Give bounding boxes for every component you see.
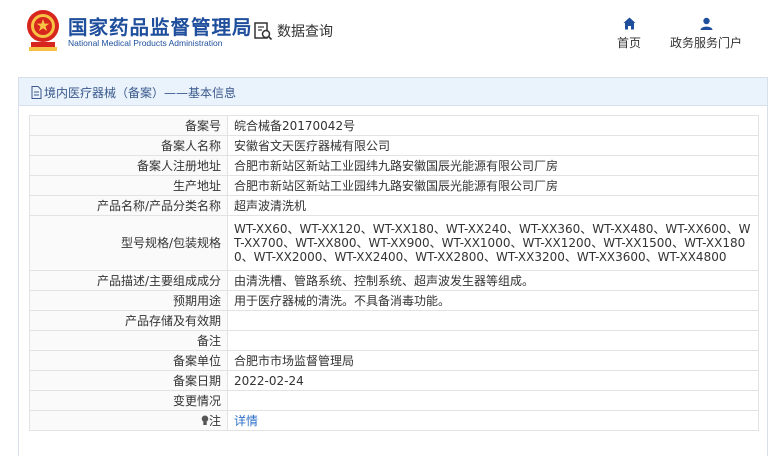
table-row: 备注 <box>29 330 759 351</box>
nav-home-label: 首页 <box>617 36 642 50</box>
table-row: 注 详情 <box>29 410 759 431</box>
nav-gov-label: 政务服务门户 <box>670 36 743 50</box>
nav-gov-service-portal[interactable]: 政务服务门户 <box>670 14 742 51</box>
field-label: 备案单位 <box>29 350 228 371</box>
table-row: 产品存储及有效期 <box>29 310 759 331</box>
table-row: 备案日期 2022-02-24 <box>29 370 759 391</box>
data-search-icon <box>254 22 273 41</box>
note-value-cell: 详情 <box>227 410 759 431</box>
field-label: 备案人注册地址 <box>29 155 228 176</box>
field-label: 型号规格/包装规格 <box>29 215 228 271</box>
field-value: 2022-02-24 <box>227 370 759 391</box>
table-row: 备案人注册地址 合肥市新站区新站工业园纬九路安徽国辰光能源有限公司厂房 <box>29 155 759 176</box>
table-row: 备案人名称 安徽省文天医疗器械有限公司 <box>29 135 759 156</box>
table-row: 型号规格/包装规格 WT-XX60、WT-XX120、WT-XX180、WT-X… <box>29 215 759 271</box>
field-value: 合肥市新站区新站工业园纬九路安徽国辰光能源有限公司厂房 <box>227 155 759 176</box>
table-row: 产品描述/主要组成成分 由清洗槽、管路系统、控制系统、超声波发生器等组成。 <box>29 270 759 291</box>
field-value: 由清洗槽、管路系统、控制系统、超声波发生器等组成。 <box>227 270 759 291</box>
field-value: 合肥市新站区新站工业园纬九路安徽国辰光能源有限公司厂房 <box>227 175 759 196</box>
national-emblem-logo <box>27 10 59 51</box>
detail-link[interactable]: 详情 <box>234 414 258 428</box>
table-row: 备案号 皖合械备20170042号 <box>29 115 759 136</box>
table-row: 生产地址 合肥市新站区新站工业园纬九路安徽国辰光能源有限公司厂房 <box>29 175 759 196</box>
field-value: 超声波清洗机 <box>227 195 759 216</box>
field-value <box>227 310 759 331</box>
bulb-icon <box>201 415 209 425</box>
table-row: 备案单位 合肥市市场监督管理局 <box>29 350 759 371</box>
site-header: 国家药品监督管理局 National Medical Products Admi… <box>0 0 769 68</box>
note-label: 注 <box>208 413 221 428</box>
data-query-label: 数据查询 <box>277 24 333 40</box>
brand-name-english: National Medical Products Administration <box>68 38 223 48</box>
field-label: 产品描述/主要组成成分 <box>29 270 228 291</box>
field-label: 备注 <box>29 330 228 351</box>
record-detail-table: 备案号 皖合械备20170042号 备案人名称 安徽省文天医疗器械有限公司 备案… <box>29 115 759 431</box>
table-row: 产品名称/产品分类名称 超声波清洗机 <box>29 195 759 216</box>
field-label: 备案号 <box>29 115 228 136</box>
field-label: 产品名称/产品分类名称 <box>29 195 228 216</box>
home-icon <box>623 14 636 30</box>
field-value: WT-XX60、WT-XX120、WT-XX180、WT-XX240、WT-XX… <box>227 215 759 271</box>
data-query-link[interactable]: 数据查询 <box>253 20 333 42</box>
note-label-cell: 注 <box>29 410 228 431</box>
field-label: 生产地址 <box>29 175 228 196</box>
brand-name: 国家药品监督管理局 <box>68 16 253 39</box>
field-value: 皖合械备20170042号 <box>227 115 759 136</box>
table-row: 预期用途 用于医疗器械的清洗。不具备消毒功能。 <box>29 290 759 311</box>
field-label: 备案日期 <box>29 370 228 391</box>
field-label: 备案人名称 <box>29 135 228 156</box>
table-row: 变更情况 <box>29 390 759 411</box>
user-icon <box>700 14 713 30</box>
document-icon <box>31 86 42 99</box>
field-value <box>227 330 759 351</box>
field-value: 安徽省文天医疗器械有限公司 <box>227 135 759 156</box>
field-value: 合肥市市场监督管理局 <box>227 350 759 371</box>
nav-home[interactable]: 首页 <box>617 14 641 51</box>
record-panel: 境内医疗器械（备案）——基本信息 备案号 皖合械备20170042号 备案人名称… <box>18 77 768 456</box>
field-value: 用于医疗器械的清洗。不具备消毒功能。 <box>227 290 759 311</box>
panel-title-bar: 境内医疗器械（备案）——基本信息 <box>19 78 767 106</box>
panel-title: 境内医疗器械（备案）——基本信息 <box>44 86 237 100</box>
field-label: 变更情况 <box>29 390 228 411</box>
field-label: 产品存储及有效期 <box>29 310 228 331</box>
field-label: 预期用途 <box>29 290 228 311</box>
field-value <box>227 390 759 411</box>
